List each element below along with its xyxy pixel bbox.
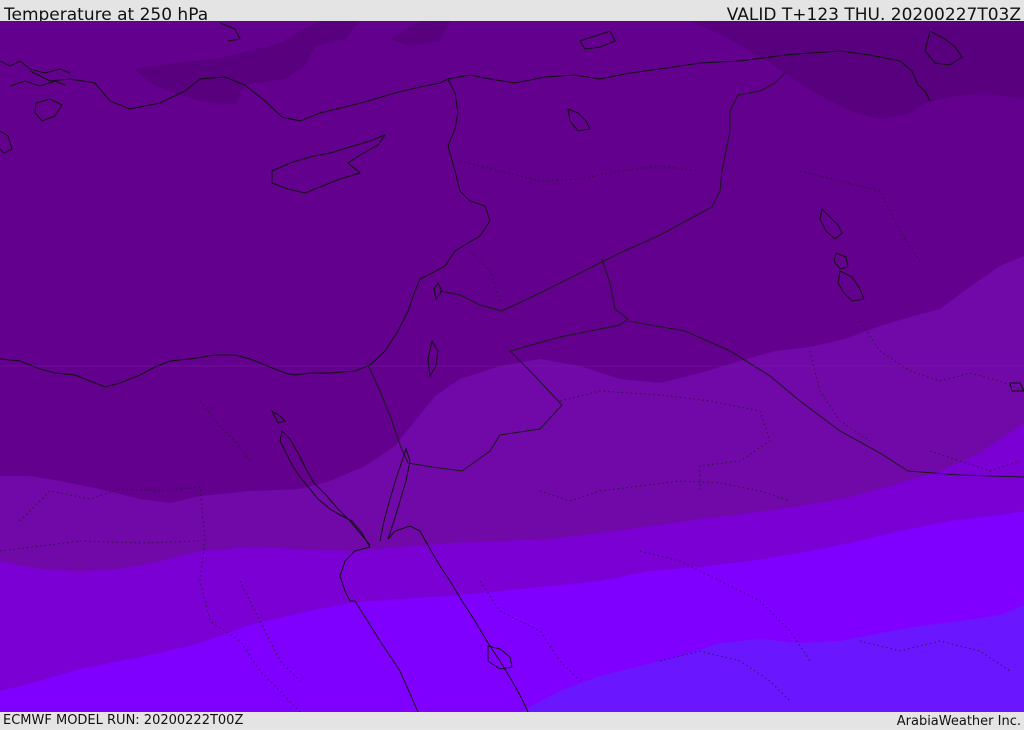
- weather-map: [0, 21, 1024, 712]
- credit-label: ArabiaWeather Inc.: [896, 714, 1021, 729]
- header-bar: Temperature at 250 hPa VALID T+123 THU. …: [0, 0, 1024, 25]
- map-canvas: [0, 21, 1024, 712]
- footer-bar: ECMWF MODEL RUN: 20200222T00Z ArabiaWeat…: [0, 712, 1024, 729]
- model-run-label: ECMWF MODEL RUN: 20200222T00Z: [3, 713, 244, 728]
